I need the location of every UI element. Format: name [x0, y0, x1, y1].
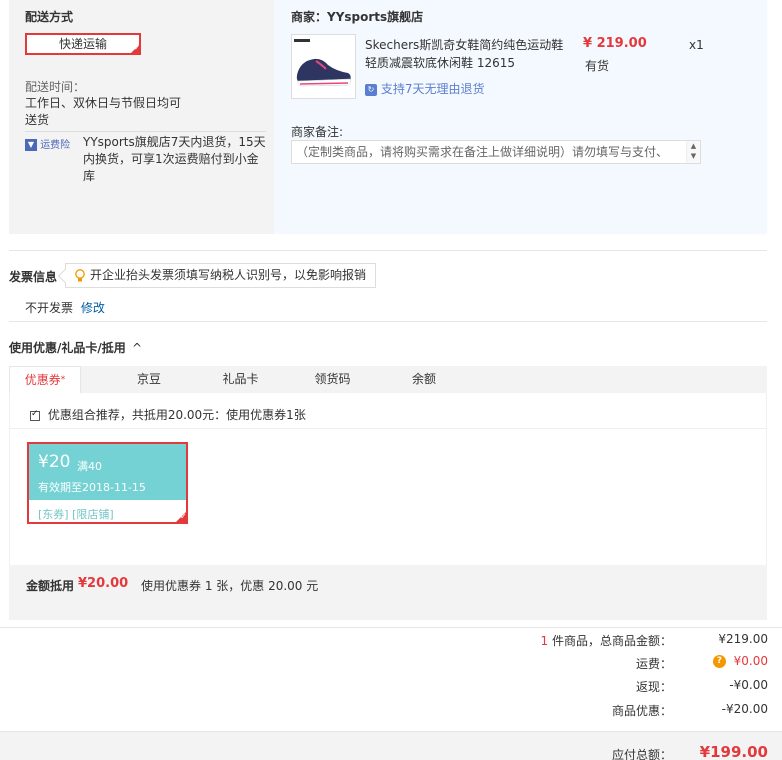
goods-discount-label: 商品优惠：: [611, 704, 672, 718]
coupon-amount: ¥20: [38, 452, 71, 472]
tab-coupon[interactable]: 优惠券*: [9, 366, 81, 394]
coupon-validity: 有效期至2018-11-15: [38, 481, 146, 494]
payable-bar: 应付总额： ¥199.00: [0, 731, 782, 760]
divider: [0, 627, 782, 628]
goods-discount-value: -¥20.00: [721, 702, 768, 716]
shipping-label: 运费：: [635, 657, 672, 671]
remark-placeholder: （定制类商品，请将购买需求在备注上做详细说明）请勿填写与支付、: [296, 145, 669, 159]
product-name-line: 轻质减震软底休闲鞋 12615: [365, 56, 515, 70]
remark-input[interactable]: （定制类商品，请将购买需求在备注上做详细说明）请勿填写与支付、 ▲ ▼: [291, 140, 701, 164]
recommend-text: 优惠组合推荐，共抵用20.00元：使用优惠券1张: [47, 408, 306, 422]
invoice-tip: 开企业抬头发票须填写纳税人识别号，以免影响报销: [65, 263, 376, 288]
remark-scrollbar[interactable]: ▲ ▼: [686, 141, 700, 163]
invoice-modify-link[interactable]: 修改: [81, 301, 105, 315]
invoice-status: 不开发票 修改: [25, 299, 105, 316]
delivery-panel: 配送方式 快递运输 配送时间： 工作日、双休日与节假日均可 送货 ▼ 运费险 Y…: [9, 0, 274, 234]
coupon-header: ¥20 满40 有效期至2018-11-15: [29, 444, 186, 500]
scroll-up-icon[interactable]: ▲: [687, 141, 700, 151]
tab-balance[interactable]: 余额: [404, 366, 444, 394]
discount-title: 使用优惠/礼品卡/抵用: [9, 341, 126, 355]
insurance-text-line: 内换货，可享1次运费赔付到小金: [83, 152, 259, 166]
coupon-tags: [东券] [限店铺]: [38, 508, 114, 521]
shipping-value: ¥0.00: [733, 654, 768, 668]
selected-check-icon: [129, 43, 141, 55]
invoice-tip-text: 开企业抬头发票须填写纳税人识别号，以免影响报销: [90, 268, 367, 282]
scroll-down-icon[interactable]: ▼: [687, 151, 700, 161]
delivery-title: 配送方式: [25, 10, 74, 24]
invoice-status-text: 不开发票: [25, 301, 74, 315]
deduct-label: 金额抵用: [26, 579, 75, 593]
discount-toggle[interactable]: 使用优惠/礼品卡/抵用 ^: [9, 339, 142, 356]
divider: [10, 428, 766, 429]
coupon-condition: 满40: [77, 460, 102, 473]
payable-value: ¥199.00: [699, 743, 768, 760]
shipping-row: ? ¥0.00: [712, 654, 768, 668]
total-goods-value: ¥219.00: [718, 632, 768, 646]
item-count-row: 1 件商品，总商品金额：: [541, 632, 672, 649]
question-icon[interactable]: ?: [712, 655, 726, 668]
insurance-icon: ▼: [25, 139, 37, 151]
delivery-time-value-1: 工作日、双休日与节假日均可: [25, 96, 182, 110]
recommend-checkbox[interactable]: [30, 409, 40, 421]
divider: [25, 131, 266, 132]
invoice-title: 发票信息: [9, 270, 58, 284]
insurance-badge: ▼ 运费险: [25, 136, 70, 151]
insurance-text: YYsports旗舰店7天内退货，15天 内换货，可享1次运费赔付到小金 库: [83, 134, 268, 185]
product-quantity: x1: [689, 38, 704, 52]
cashback-label: 返现：: [635, 680, 672, 694]
coupon-card[interactable]: ¥20 满40 有效期至2018-11-15 [东券] [限店铺]: [27, 442, 188, 524]
selected-check-icon: [174, 510, 188, 524]
merchant-name: 商家：YYsports旗舰店: [291, 10, 424, 24]
return-policy-label: 支持7天无理由退货: [380, 82, 485, 96]
cashback-value: -¥0.00: [729, 678, 768, 692]
recommend-row[interactable]: 优惠组合推荐，共抵用20.00元：使用优惠券1张: [30, 406, 306, 423]
return-policy[interactable]: ↻ 支持7天无理由退货: [365, 80, 484, 97]
stock-status: 有货: [585, 59, 610, 73]
item-count-suffix: 件商品，总商品金额：: [548, 634, 672, 648]
tab-coupon-label: 优惠券: [24, 373, 61, 387]
product-name-link[interactable]: Skechers斯凯奇女鞋简约纯色运动鞋 轻质减震软底休闲鞋 12615: [365, 36, 563, 72]
product-image[interactable]: [291, 34, 356, 99]
divider: [9, 250, 767, 251]
insurance-text-line: YYsports旗舰店7天内退货，15天: [83, 135, 266, 149]
product-price: ¥ 219.00: [583, 36, 647, 51]
shoe-icon: [294, 39, 351, 87]
asterisk-icon: *: [60, 375, 66, 385]
discount-tabs: 优惠券* 京豆 礼品卡 领货码 余额: [9, 366, 767, 394]
insurance-text-line: 库: [83, 169, 96, 183]
lightbulb-icon: [75, 269, 85, 282]
product-name-line: Skechers斯凯奇女鞋简约纯色运动鞋: [365, 38, 564, 52]
return-icon: ↻: [365, 83, 377, 96]
shipping-method-label: 快递运输: [58, 37, 107, 51]
shipping-method-button[interactable]: 快递运输: [25, 33, 141, 55]
merchant-panel: 商家：YYsports旗舰店 Skechers斯凯奇女鞋简约纯色运动鞋 轻质减震…: [274, 0, 767, 234]
chevron-up-icon: ^: [131, 341, 143, 355]
deduct-summary-bar: 金额抵用 ¥20.00 使用优惠券 1 张，优惠 20.00 元: [9, 565, 767, 620]
delivery-time-value-2: 送货: [25, 113, 50, 127]
remark-label: 商家备注:: [291, 125, 344, 139]
tab-redeem-code[interactable]: 领货码: [305, 366, 360, 394]
tab-gift-card[interactable]: 礼品卡: [213, 366, 268, 394]
deduct-desc: 使用优惠券 1 张，优惠 20.00 元: [141, 579, 319, 593]
deduct-amount: ¥20.00: [78, 576, 129, 591]
delivery-time-label: 配送时间：: [25, 80, 86, 94]
divider: [9, 321, 767, 322]
payable-label: 应付总额：: [611, 748, 672, 760]
tab-jingdou[interactable]: 京豆: [124, 366, 174, 394]
insurance-badge-label: 运费险: [40, 140, 71, 151]
